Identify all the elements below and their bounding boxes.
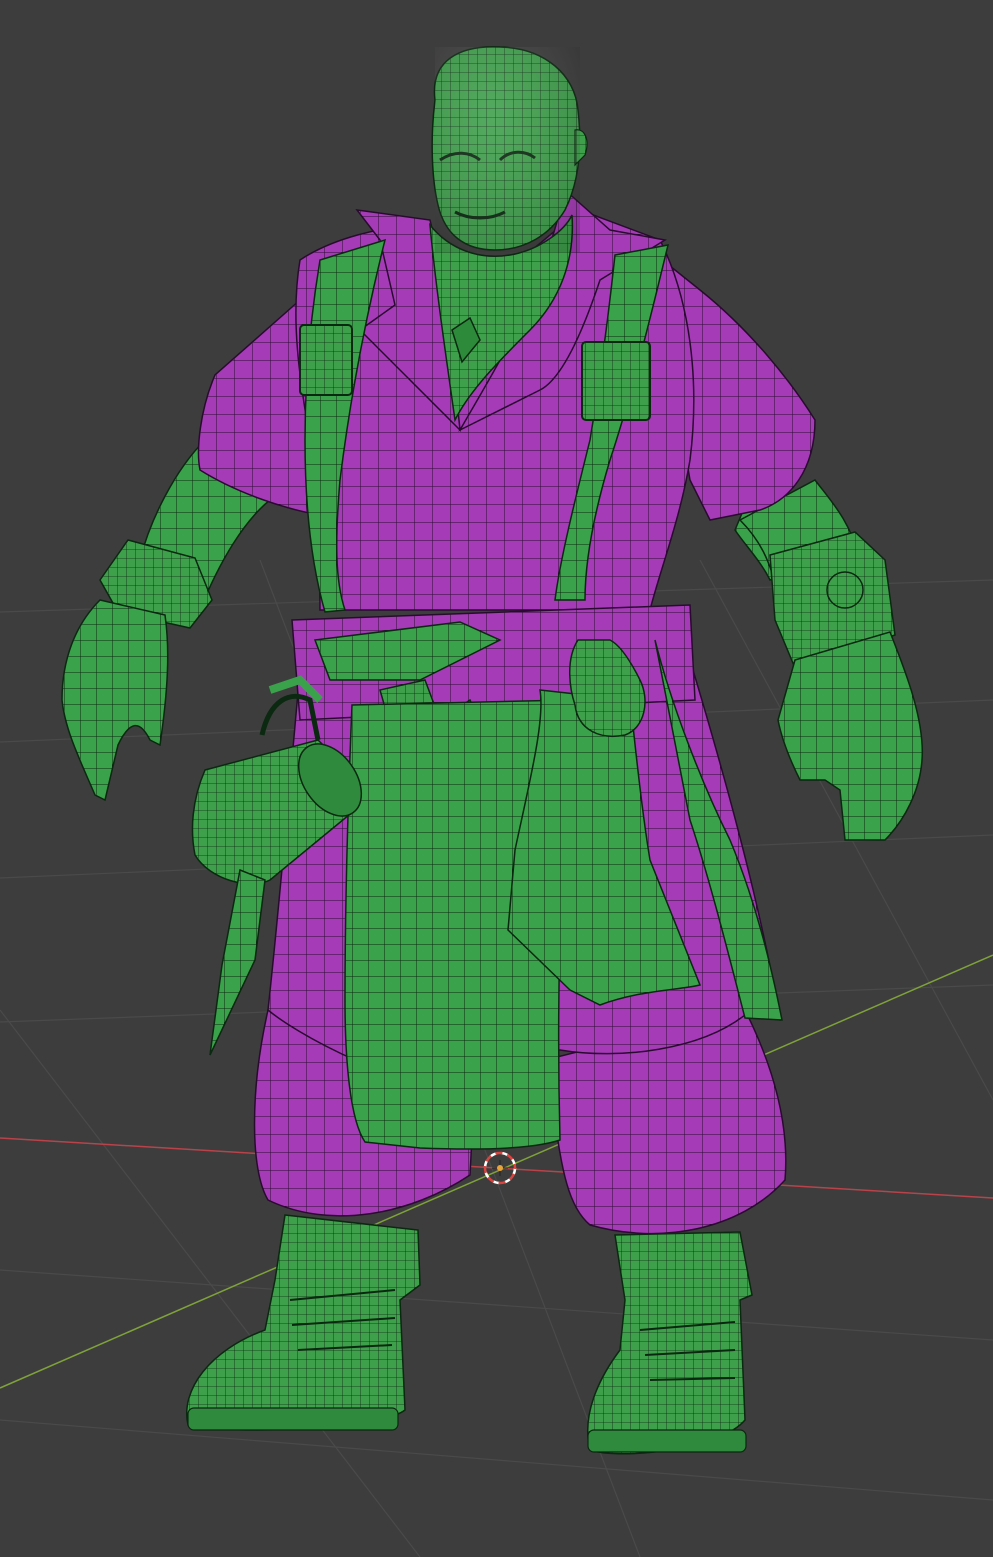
- dagger-mesh: [209, 868, 266, 1056]
- boots-mesh: [186, 1214, 753, 1455]
- character-model[interactable]: [61, 46, 924, 1455]
- head-mesh: [431, 46, 588, 252]
- right-buckle-icon: [581, 341, 651, 421]
- left-buckle-icon: [299, 324, 353, 396]
- left-hand-mesh: [61, 599, 169, 802]
- 3d-viewport[interactable]: [0, 0, 993, 1557]
- right-hand-mesh: [777, 631, 924, 841]
